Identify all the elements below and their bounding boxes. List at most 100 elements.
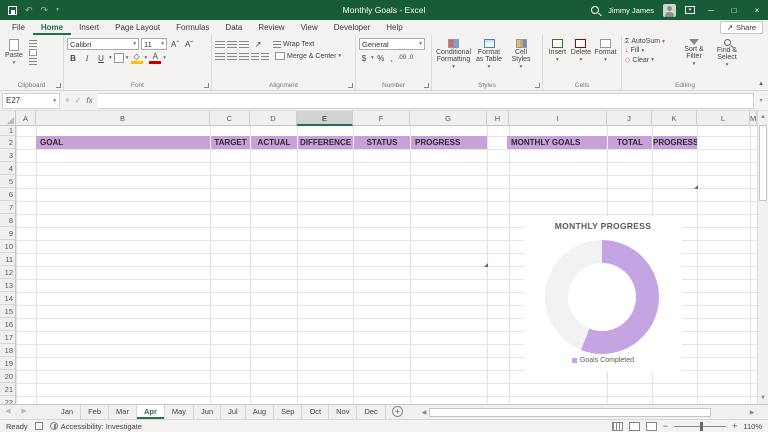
ribbon-display-options-icon[interactable]: ▾ [685,6,695,14]
row-header-15[interactable]: 15 [0,305,16,318]
sheet-tab-oct[interactable]: Oct [302,405,329,419]
decrease-font-icon[interactable]: Aˇ [183,38,195,50]
scroll-down-icon[interactable]: ▼ [758,392,768,404]
zoom-slider[interactable] [674,426,726,427]
paste-button[interactable]: Paste ▾ [3,38,25,79]
column-header-J[interactable]: J [607,111,652,126]
font-dialog-launcher[interactable] [204,83,209,88]
save-icon[interactable] [8,6,17,15]
increase-indent-icon[interactable] [261,53,269,60]
font-name-select[interactable]: Calibri▾ [67,38,139,50]
format-cells-button[interactable]: Format ▾ [593,38,618,79]
column-header-F[interactable]: F [353,111,410,126]
menu-tab-view[interactable]: View [293,20,326,35]
format-painter-icon[interactable] [29,58,37,65]
copy-icon[interactable] [29,49,37,56]
align-bottom-icon[interactable] [239,41,249,48]
zoom-in-icon[interactable]: + [732,421,737,431]
font-size-select[interactable]: 11▾ [141,38,167,50]
font-color-icon[interactable]: A [149,53,161,64]
goals-header-status[interactable]: STATUS [353,136,410,149]
collapse-ribbon-icon[interactable]: ▲ [758,81,764,87]
row-header-5[interactable]: 5 [0,175,16,188]
zoom-out-icon[interactable]: − [663,421,668,431]
row-header-4[interactable]: 4 [0,162,16,175]
fill-button[interactable]: ↓ Fill ▾ [625,47,677,54]
conditional-formatting-button[interactable]: Conditional Formatting ▾ [435,38,472,79]
insert-function-icon[interactable]: fx [86,96,92,105]
cell-styles-button[interactable]: Cell Styles ▾ [506,38,536,79]
align-center-icon[interactable] [227,53,237,60]
sheet-tab-jun[interactable]: Jun [194,405,221,419]
sheet-tab-nov[interactable]: Nov [329,405,357,419]
column-header-C[interactable]: C [210,111,250,126]
goals-header-target[interactable]: TARGET [210,136,250,149]
align-top-icon[interactable] [215,41,225,48]
cancel-icon[interactable]: × [65,96,70,105]
row-header-11[interactable]: 11 [0,253,16,266]
share-button[interactable]: ↗ Share [720,21,763,34]
column-header-L[interactable]: L [697,111,750,126]
format-as-table-button[interactable]: Format as Table ▾ [472,38,506,79]
menu-tab-developer[interactable]: Developer [326,20,378,35]
goals-header-goal[interactable]: GOAL [36,136,210,149]
normal-view-icon[interactable] [612,422,623,431]
increase-decimal-icon[interactable]: .00 [398,55,406,61]
column-header-M[interactable]: M [750,111,757,126]
name-box[interactable]: E27 ▾ [2,93,60,109]
row-header-2[interactable]: 2 [0,136,16,149]
table-resize-handle[interactable] [484,263,488,267]
row-header-16[interactable]: 16 [0,318,16,331]
merge-center-button[interactable]: Merge & Center ▾ [275,52,341,60]
row-header-3[interactable]: 3 [0,149,16,162]
restore-button[interactable]: □ [727,6,741,15]
summary-header-progress[interactable]: PROGRESS [652,136,697,149]
monthly-progress-chart[interactable]: MONTHLY PROGRESS Goals Completed [524,216,682,372]
row-header-6[interactable]: 6 [0,188,16,201]
column-header-I[interactable]: I [509,111,607,126]
align-middle-icon[interactable] [227,41,237,48]
summary-header-total[interactable]: TOTAL [607,136,652,149]
menu-tab-insert[interactable]: Insert [71,20,107,35]
borders-icon[interactable] [114,53,124,63]
increase-font-icon[interactable]: Aˆ [169,38,181,50]
account-name[interactable]: Jimmy James [608,6,654,15]
row-header-20[interactable]: 20 [0,370,16,383]
sheet-tab-jul[interactable]: Jul [221,405,246,419]
number-dialog-launcher[interactable] [424,83,429,88]
menu-tab-page-layout[interactable]: Page Layout [107,20,168,35]
row-header-10[interactable]: 10 [0,240,16,253]
column-header-B[interactable]: B [36,111,210,126]
column-header-D[interactable]: D [250,111,297,126]
formula-input[interactable] [98,93,754,109]
sort-filter-button[interactable]: Sort & Filter ▾ [677,38,711,79]
column-header-E[interactable]: E [297,111,353,126]
row-header-8[interactable]: 8 [0,214,16,227]
delete-cells-button[interactable]: Delete ▾ [569,38,593,79]
sheet-tab-may[interactable]: May [165,405,194,419]
horizontal-scroll-thumb[interactable] [429,408,711,417]
percent-style-icon[interactable]: % [376,52,386,64]
row-header-13[interactable]: 13 [0,279,16,292]
avatar[interactable] [663,4,676,17]
align-right-icon[interactable] [239,53,249,60]
scroll-right-icon[interactable]: ▶ [747,409,757,416]
row-header-21[interactable]: 21 [0,383,16,396]
menu-tab-help[interactable]: Help [378,20,410,35]
horizontal-scrollbar[interactable]: ◀ ▶ [419,407,757,418]
enter-icon[interactable]: ✓ [75,96,82,105]
row-header-12[interactable]: 12 [0,266,16,279]
insert-cells-button[interactable]: Insert ▾ [546,38,569,79]
qat-customize-icon[interactable]: ▾ [56,7,59,13]
page-layout-view-icon[interactable] [629,422,640,431]
find-select-button[interactable]: Find & Select ▾ [711,38,743,79]
vertical-scrollbar[interactable]: ▲ ▼ [757,111,768,404]
align-left-icon[interactable] [215,53,225,60]
menu-tab-formulas[interactable]: Formulas [168,20,217,35]
sheet-tab-aug[interactable]: Aug [246,405,274,419]
sheet-tab-sep[interactable]: Sep [274,405,302,419]
new-sheet-button[interactable]: + [392,406,403,417]
accounting-format-icon[interactable]: $ [359,52,369,64]
menu-tab-data[interactable]: Data [217,20,250,35]
italic-button[interactable]: I [81,52,93,64]
